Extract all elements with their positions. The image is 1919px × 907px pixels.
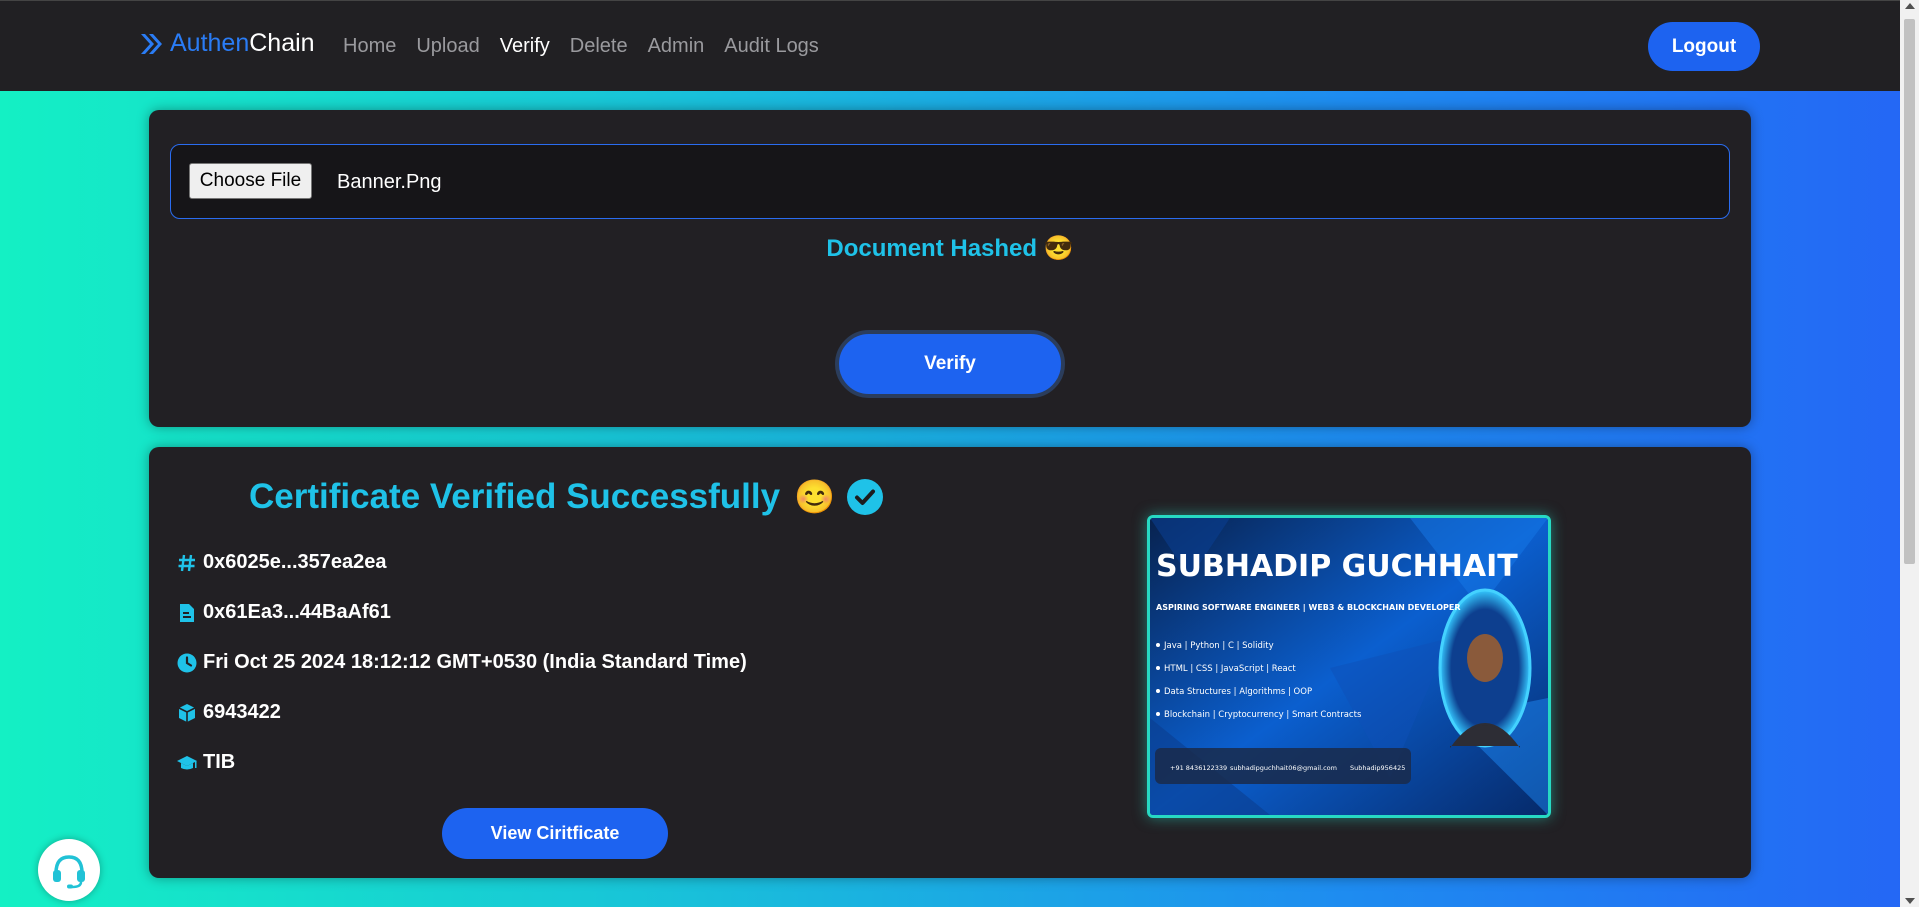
nav-verify[interactable]: Verify	[500, 35, 550, 58]
cert-handle: Subhadip956425	[1350, 764, 1405, 772]
cube-icon	[178, 703, 196, 722]
selected-file-name: Banner.Png	[337, 171, 442, 193]
view-certificate-button[interactable]: View Ciritficate	[442, 808, 668, 859]
hash-row: 0x6025e...357ea2ea	[177, 551, 387, 574]
clock-icon	[177, 653, 197, 672]
smile-emoji: 😊	[794, 477, 836, 515]
hash-icon	[178, 554, 195, 571]
block-number: 6943422	[203, 701, 281, 723]
cert-skill-2: HTML | CSS | JavaScript | React	[1164, 664, 1296, 674]
verification-timestamp: Fri Oct 25 2024 18:12:12 GMT+0530 (India…	[203, 651, 747, 673]
timestamp-row: Fri Oct 25 2024 18:12:12 GMT+0530 (India…	[177, 651, 747, 674]
certificate-image[interactable]: SUBHADIP GUCHHAIT ASPIRING SOFTWARE ENGI…	[1147, 515, 1551, 818]
verified-title: Certificate Verified Successfully 😊	[249, 477, 884, 517]
certificate-banner: SUBHADIP GUCHHAIT ASPIRING SOFTWARE ENGI…	[1150, 518, 1548, 815]
brand-logo[interactable]: Authen Chain	[138, 29, 315, 58]
headset-icon	[53, 855, 85, 889]
scrollbar-thumb[interactable]	[1904, 19, 1915, 564]
cert-phone: +91 8436122339	[1170, 764, 1227, 772]
cert-skill-4: Blockchain | Cryptocurrency | Smart Cont…	[1164, 710, 1362, 720]
page-scrollbar[interactable]	[1900, 0, 1919, 907]
brand-name-part2: Chain	[249, 29, 315, 57]
support-chat-button[interactable]	[38, 839, 100, 901]
navbar: Authen Chain Home Upload Verify Delete Ad…	[0, 0, 1919, 91]
issuer-row: 0x61Ea3...44BaAf61	[177, 601, 391, 624]
upload-card: Choose File Banner.Png Document Hashed 😎…	[149, 110, 1751, 427]
certificate-hash: 0x6025e...357ea2ea	[203, 551, 387, 573]
nav-delete[interactable]: Delete	[570, 35, 628, 58]
nav-upload[interactable]: Upload	[416, 35, 479, 58]
cert-tagline: ASPIRING SOFTWARE ENGINEER | WEB3 & BLOC…	[1156, 603, 1461, 612]
institute-name: TIB	[203, 751, 236, 773]
brand-chevron-icon	[141, 33, 162, 54]
nav-links: Home Upload Verify Delete Admin Audit Lo…	[343, 35, 819, 58]
verify-button[interactable]: Verify	[835, 330, 1065, 398]
scroll-down-arrow-icon[interactable]	[1905, 898, 1915, 904]
graduation-cap-icon	[177, 755, 197, 769]
block-row: 6943422	[177, 701, 281, 724]
cert-email: subhadipguchhait06@gmail.com	[1230, 764, 1337, 772]
scroll-up-arrow-icon[interactable]	[1905, 3, 1915, 9]
result-card: Certificate Verified Successfully 😊 0x60…	[149, 447, 1751, 878]
file-input-box[interactable]: Choose File Banner.Png	[170, 144, 1730, 219]
file-icon	[180, 603, 194, 622]
hash-status: Document Hashed 😎	[826, 235, 1074, 262]
nav-admin[interactable]: Admin	[648, 35, 705, 58]
check-circle-icon	[847, 479, 884, 515]
nav-audit-logs[interactable]: Audit Logs	[724, 35, 819, 58]
cert-skill-1: Java | Python | C | Solidity	[1163, 641, 1274, 651]
institute-row: TIB	[177, 751, 235, 774]
brand-name-part1: Authen	[170, 29, 250, 57]
logout-button[interactable]: Logout	[1648, 22, 1760, 71]
cert-person-name: SUBHADIP GUCHHAIT	[1156, 549, 1518, 584]
verified-title-text: Certificate Verified Successfully	[249, 477, 781, 516]
choose-file-button[interactable]: Choose File	[189, 163, 312, 199]
issuer-address: 0x61Ea3...44BaAf61	[203, 601, 391, 623]
cert-skill-3: Data Structures | Algorithms | OOP	[1164, 687, 1312, 697]
nav-home[interactable]: Home	[343, 35, 396, 58]
